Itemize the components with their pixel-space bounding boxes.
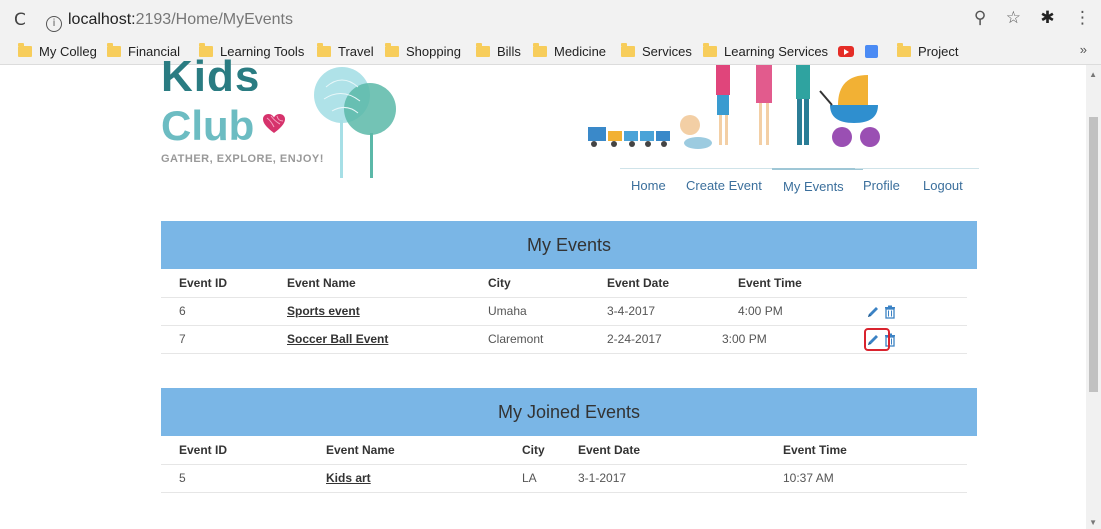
- url-host: localhost:: [68, 11, 136, 28]
- folder-icon: [897, 43, 911, 57]
- event-name-link[interactable]: Sports event: [287, 297, 360, 325]
- table-row: 7 Soccer Ball Event Claremont 2-24-2017 …: [161, 325, 967, 354]
- table-header-row: Event ID Event Name City Event Date Even…: [161, 436, 967, 465]
- event-city: LA: [522, 471, 537, 485]
- col-city: City: [522, 443, 545, 457]
- bookmark-project[interactable]: Project: [897, 43, 958, 61]
- joined-events-header: My Joined Events: [161, 388, 977, 436]
- event-city: Claremont: [488, 332, 544, 346]
- bookmark-medicine[interactable]: Medicine: [533, 43, 606, 61]
- folder-icon: [317, 43, 331, 57]
- my-events-header: My Events: [161, 221, 977, 269]
- reload-icon[interactable]: C: [14, 10, 26, 30]
- event-time: 10:37 AM: [783, 471, 834, 485]
- folder-icon: [18, 43, 32, 57]
- event-id: 5: [179, 471, 186, 485]
- menu-icon[interactable]: ⋮: [1074, 8, 1091, 28]
- event-date: 2-24-2017: [607, 332, 662, 346]
- table-header-row: Event ID Event Name City Event Date Even…: [161, 269, 967, 298]
- bookmark-travel[interactable]: Travel: [317, 43, 374, 61]
- col-event-id: Event ID: [179, 443, 228, 457]
- col-event-date: Event Date: [578, 443, 641, 457]
- bookmark-star-icon[interactable]: ☆: [1006, 8, 1021, 28]
- nav-my-events[interactable]: My Events: [772, 168, 863, 194]
- folder-icon: [107, 43, 121, 57]
- logo-kids: Kids: [161, 55, 261, 91]
- folder-icon: [703, 43, 717, 57]
- edit-highlight-box: [864, 328, 890, 351]
- bookmark-youtube[interactable]: [838, 43, 854, 61]
- table-row: 5 Kids art LA 3-1-2017 10:37 AM: [161, 464, 967, 493]
- translate-icon: [865, 45, 878, 58]
- delete-trash-icon[interactable]: [883, 305, 897, 319]
- youtube-icon: [838, 46, 854, 57]
- col-event-date: Event Date: [607, 276, 670, 290]
- heart-icon: [263, 114, 285, 133]
- row-actions: [866, 297, 897, 325]
- event-city: Umaha: [488, 304, 527, 318]
- event-id: 6: [179, 304, 186, 318]
- bookmark-learning-services[interactable]: Learning Services: [703, 43, 828, 61]
- folder-icon: [533, 43, 547, 57]
- event-name-link[interactable]: Soccer Ball Event: [287, 325, 388, 353]
- col-event-id: Event ID: [179, 276, 228, 290]
- folder-icon: [621, 43, 635, 57]
- bookmark-bills[interactable]: Bills: [476, 43, 521, 61]
- scroll-up-icon[interactable]: ▲: [1089, 70, 1097, 79]
- family-illustration: [588, 65, 880, 149]
- col-event-name: Event Name: [287, 276, 356, 290]
- more-bookmarks-icon[interactable]: »: [1080, 42, 1087, 57]
- col-city: City: [488, 276, 511, 290]
- logo-club: Club: [161, 102, 255, 149]
- col-event-time: Event Time: [783, 443, 847, 457]
- zoom-icon[interactable]: ⚲: [974, 8, 986, 28]
- bookmark-translate[interactable]: [865, 43, 878, 61]
- url-path: 2193/Home/MyEvents: [135, 11, 293, 28]
- trees-illustration: [314, 67, 396, 178]
- nav-create-event[interactable]: Create Event: [678, 168, 772, 193]
- nav-profile[interactable]: Profile: [855, 168, 918, 193]
- event-name-link[interactable]: Kids art: [326, 464, 371, 492]
- bookmark-my-colleg[interactable]: My Colleg: [18, 43, 97, 61]
- col-event-name: Event Name: [326, 443, 395, 457]
- col-event-time: Event Time: [738, 276, 802, 290]
- bookmark-shopping[interactable]: Shopping: [385, 43, 461, 61]
- event-id: 7: [179, 332, 186, 346]
- event-date: 3-4-2017: [607, 304, 656, 318]
- site-info-icon[interactable]: i: [46, 16, 62, 32]
- table-row: 6 Sports event Umaha 3-4-2017 4:00 PM: [161, 297, 967, 326]
- folder-icon: [476, 43, 490, 57]
- extension-icon[interactable]: ✱: [1040, 8, 1054, 28]
- event-time: 4:00 PM: [738, 304, 783, 318]
- address-bar-area: C i localhost:2193/Home/MyEvents ⚲ ☆ ✱ ⋮: [0, 0, 1101, 40]
- scrollbar-thumb[interactable]: [1089, 117, 1098, 392]
- event-time: 3:00 PM: [722, 332, 767, 346]
- folder-icon: [385, 43, 399, 57]
- logo-tagline: GATHER, EXPLORE, ENJOY!: [161, 153, 324, 165]
- event-date: 3-1-2017: [578, 471, 627, 485]
- nav-home[interactable]: Home: [620, 168, 680, 193]
- bookmark-services[interactable]: Services: [621, 43, 692, 61]
- nav-logout[interactable]: Logout: [914, 168, 979, 193]
- edit-pencil-icon[interactable]: [866, 305, 880, 319]
- url-field[interactable]: i localhost:2193/Home/MyEvents: [38, 5, 1038, 35]
- scroll-down-icon[interactable]: ▼: [1089, 518, 1097, 527]
